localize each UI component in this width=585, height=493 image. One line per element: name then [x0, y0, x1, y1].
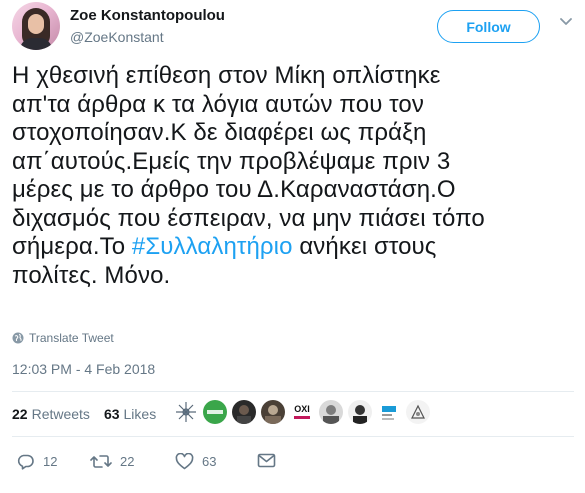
liker-avatar[interactable]: [406, 400, 430, 424]
direct-message-button[interactable]: [257, 453, 284, 468]
retweets-count: 22: [12, 406, 28, 422]
liker-avatar[interactable]: [203, 400, 227, 424]
envelope-icon: [257, 453, 276, 468]
tweet-text-fragment: σήμερα.Το: [12, 233, 132, 260]
liker-avatar[interactable]: [261, 400, 285, 424]
liker-avatar[interactable]: [348, 400, 372, 424]
tweet-card: Zoe Konstantopoulou @ZoeKonstant Follow …: [0, 0, 585, 493]
like-count: 63: [202, 454, 217, 469]
liker-label: OXI: [294, 404, 310, 414]
tweet-text-line: σήμερα.Το #Συλλαλητήριο ανήκει στους: [12, 233, 574, 262]
tweet-text-line: διχασμός που έσπειραν, να μην πιάσει τόπ…: [12, 204, 485, 232]
avatar[interactable]: [12, 2, 60, 50]
tweet-text-line: πολίτες. Μόνο.: [12, 261, 171, 289]
reply-count: 12: [43, 454, 58, 469]
hashtag-link[interactable]: #Συλλαλητήριο: [132, 233, 293, 260]
tweet-text: Η χθεσινή επίθεση στον Μίκη οπλίστηκε απ…: [12, 62, 574, 290]
likes-count: 63: [103, 406, 120, 422]
liker-stripe: [294, 416, 310, 419]
tweet-stats: 22 Retweets 63 Likes: [12, 406, 170, 422]
tweet-text-line: απ΄αυτούς.Εμείς την προβλέψαμε πριν 3: [12, 147, 451, 175]
retweets-label: Retweets: [31, 406, 90, 422]
likers-avatars: OXI: [174, 400, 435, 424]
divider: [12, 391, 574, 392]
liker-avatar[interactable]: [174, 400, 198, 424]
avatar-face: [28, 14, 44, 34]
user-handle[interactable]: @ZoeKonstant: [70, 29, 164, 45]
retweet-button[interactable]: 22: [90, 453, 134, 470]
reply-button[interactable]: 12: [16, 453, 57, 470]
translate-tweet-link[interactable]: Translate Tweet: [12, 331, 114, 345]
tweet-text-line: Η χθεσινή επίθεση στον Μίκη οπλίστηκε: [12, 62, 441, 89]
reply-icon: [17, 454, 34, 470]
follow-button[interactable]: Follow: [437, 10, 540, 43]
heart-icon: [175, 453, 194, 470]
retweet-count: 22: [120, 454, 135, 469]
retweet-icon: [90, 455, 112, 468]
user-name[interactable]: Zoe Konstantopoulou: [70, 7, 225, 24]
liker-avatar[interactable]: [377, 400, 401, 424]
likes-stat[interactable]: 63 Likes: [104, 406, 156, 422]
liker-avatar[interactable]: OXI: [290, 400, 314, 424]
like-button[interactable]: 63: [175, 453, 216, 470]
tweet-text-fragment: ανήκει στους: [292, 233, 437, 260]
tweet-text-line: απ'τα άρθρα κ τα λόγια αυτών που τον: [12, 90, 424, 118]
translate-label[interactable]: Translate Tweet: [29, 331, 114, 345]
tweet-text-line: μέρες με το άρθρο του Δ.Καραναστάση.Ο: [12, 176, 456, 203]
retweets-stat[interactable]: 22 Retweets: [12, 406, 90, 422]
liker-avatar[interactable]: [319, 400, 343, 424]
tweet-timestamp[interactable]: 12:03 PM - 4 Feb 2018: [12, 361, 155, 377]
globe-icon: [12, 332, 24, 344]
divider: [12, 436, 574, 437]
likes-label: Likes: [123, 406, 157, 422]
chevron-down-icon[interactable]: [558, 14, 574, 30]
avatar-body: [20, 38, 52, 50]
liker-avatar[interactable]: [232, 400, 256, 424]
tweet-text-line: στοχοποίησαν.Κ δε διαφέρει ως πράξη: [12, 119, 427, 146]
